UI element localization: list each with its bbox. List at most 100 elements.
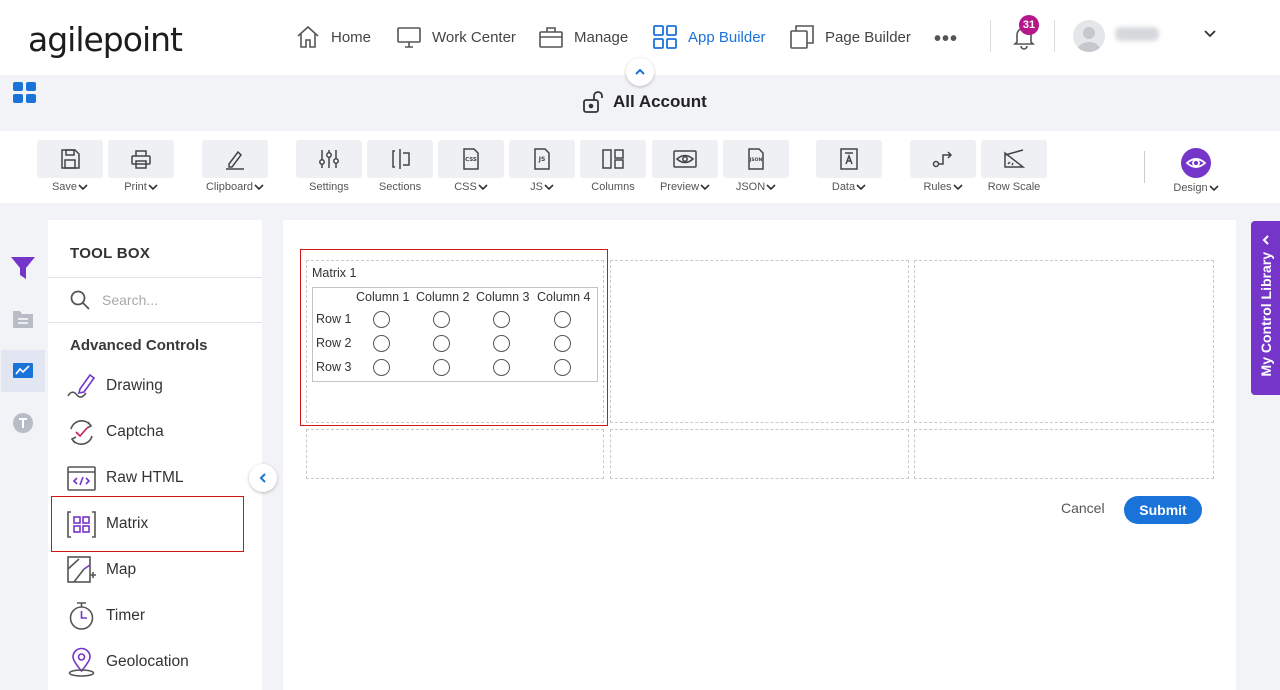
data-button[interactable]: Data	[816, 140, 882, 193]
avatar[interactable]	[1073, 20, 1105, 52]
analytics-icon	[13, 363, 33, 378]
app-grid-icon[interactable]	[13, 82, 37, 104]
clipboard-icon	[226, 150, 244, 170]
css-label: CSS	[454, 181, 477, 193]
row-scale-label: Row Scale	[987, 181, 1041, 193]
matrix-radio[interactable]	[433, 335, 450, 352]
toolbox-item-captcha[interactable]: Captcha	[66, 414, 164, 450]
svg-text:JS: JS	[538, 156, 546, 163]
nav-page-builder[interactable]: Page Builder	[789, 22, 911, 52]
map-icon	[67, 555, 96, 583]
toolbox-heading: TOOL BOX	[70, 245, 151, 262]
nav-manage-label: Manage	[574, 28, 629, 46]
matrix-radio[interactable]	[554, 335, 571, 352]
divider	[48, 322, 262, 323]
drop-cell[interactable]	[306, 429, 604, 479]
matrix-row-header: Row 3	[316, 360, 352, 374]
preview-button[interactable]: Preview	[652, 140, 718, 193]
user-name-blurred	[1115, 27, 1159, 41]
save-button[interactable]: Save	[37, 140, 103, 193]
toolbox-search	[70, 290, 252, 310]
matrix-radio[interactable]	[373, 335, 390, 352]
geolocation-icon	[68, 647, 95, 677]
drop-cell[interactable]	[610, 429, 909, 479]
chevron-up-icon	[635, 68, 645, 75]
toolbox-item-label: Timer	[106, 607, 146, 624]
settings-icon	[319, 150, 339, 168]
drop-cell[interactable]	[610, 260, 909, 423]
search-input[interactable]	[102, 292, 252, 308]
js-label: JS	[530, 181, 543, 193]
drop-cell[interactable]	[914, 429, 1214, 479]
matrix-radio[interactable]	[373, 311, 390, 328]
chevron-down-icon	[700, 184, 710, 191]
row-scale-button[interactable]: Row Scale	[981, 140, 1047, 193]
toolbox-item-label: Map	[106, 561, 137, 578]
matrix-radio[interactable]	[554, 311, 571, 328]
settings-button[interactable]: Settings	[296, 140, 362, 193]
print-button[interactable]: Print	[108, 140, 174, 193]
toolbox-item-timer[interactable]: Timer	[66, 598, 145, 634]
design-button[interactable]: Design	[1166, 148, 1226, 194]
cancel-button[interactable]: Cancel	[1061, 500, 1105, 516]
matrix-radio[interactable]	[373, 359, 390, 376]
agilepoint-logo[interactable]: agilepoint	[28, 20, 183, 59]
more-menu-icon[interactable]: •••	[934, 28, 958, 51]
toolbox-item-label: Captcha	[106, 423, 164, 440]
chevron-down-icon	[78, 184, 88, 191]
unlock-icon[interactable]	[581, 90, 605, 114]
toolbox-item-label: Geolocation	[106, 653, 189, 670]
toolbox-item-raw-html[interactable]: Raw HTML	[66, 460, 184, 496]
chevron-down-icon	[856, 184, 866, 191]
submit-button[interactable]: Submit	[1124, 496, 1202, 524]
rail-filter[interactable]	[1, 246, 45, 288]
matrix-radio[interactable]	[493, 311, 510, 328]
matrix-column-header: Column 3	[476, 290, 530, 304]
rail-text[interactable]	[1, 402, 45, 444]
matrix-radio[interactable]	[433, 359, 450, 376]
sections-button[interactable]: Sections	[367, 140, 433, 193]
my-control-library-tab[interactable]: My Control Library	[1251, 221, 1280, 395]
drop-cell[interactable]	[914, 260, 1214, 423]
divider	[48, 277, 262, 278]
toolbox-collapse-button[interactable]	[249, 464, 277, 492]
drawing-icon	[67, 373, 96, 398]
nav-app-builder[interactable]: App Builder	[652, 22, 766, 52]
toolbox-item-geolocation[interactable]: Geolocation	[66, 644, 189, 680]
collapse-header-button[interactable]	[626, 58, 654, 86]
toolbox-item-map[interactable]: Map	[66, 552, 136, 588]
matrix-radio[interactable]	[554, 359, 571, 376]
toolbox-item-drawing[interactable]: Drawing	[66, 368, 163, 404]
json-button[interactable]: JSON JSON	[723, 140, 789, 193]
chevron-down-icon	[148, 184, 158, 191]
preview-label: Preview	[659, 181, 700, 193]
chevron-down-icon	[254, 184, 264, 191]
chevron-left-icon	[1262, 235, 1269, 245]
matrix-radio[interactable]	[493, 335, 510, 352]
notification-badge: 31	[1019, 15, 1039, 35]
columns-button[interactable]: Columns	[580, 140, 646, 193]
nav-work-center-label: Work Center	[432, 28, 516, 46]
matrix-row-header: Row 2	[316, 336, 352, 350]
nav-home-label: Home	[331, 28, 372, 46]
chevron-down-icon[interactable]	[1202, 26, 1218, 42]
nav-page-builder-label: Page Builder	[825, 28, 911, 46]
rules-button[interactable]: Rules	[910, 140, 976, 193]
captcha-icon	[70, 419, 93, 445]
nav-work-center[interactable]: Work Center	[396, 22, 516, 52]
clipboard-button[interactable]: Clipboard	[202, 140, 268, 193]
nav-home[interactable]: Home	[295, 22, 371, 52]
matrix-radio[interactable]	[493, 359, 510, 376]
js-button[interactable]: JS JS	[509, 140, 575, 193]
matrix-radio[interactable]	[433, 311, 450, 328]
pages-icon	[790, 25, 814, 49]
nav-manage[interactable]: Manage	[538, 22, 628, 52]
css-button[interactable]: CSS CSS	[438, 140, 504, 193]
sections-label: Sections	[378, 181, 422, 193]
search-icon	[70, 290, 90, 310]
matrix-row-header: Row 1	[316, 312, 352, 326]
chevron-down-icon	[766, 184, 776, 191]
rail-forms[interactable]	[1, 298, 45, 340]
save-icon	[61, 149, 80, 169]
rail-dashboard[interactable]	[1, 350, 45, 392]
